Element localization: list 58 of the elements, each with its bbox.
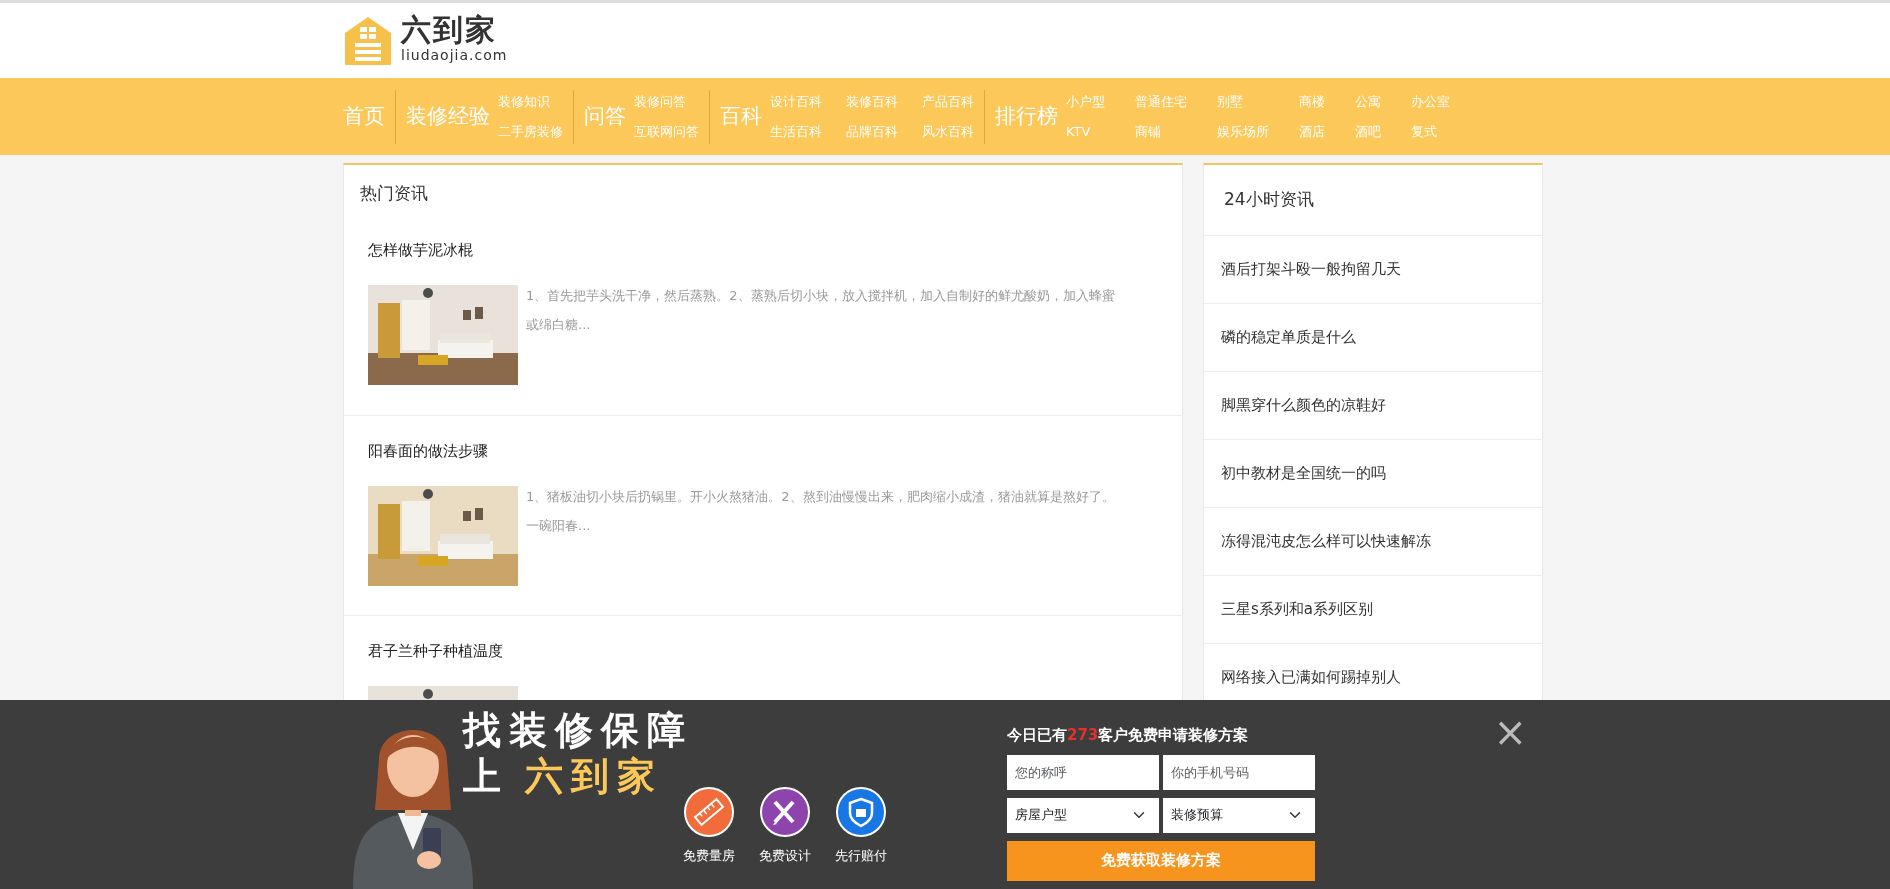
nav-sub-link[interactable]: 商铺 bbox=[1135, 121, 1187, 141]
nav-sub-link[interactable]: 生活百科 bbox=[770, 121, 822, 141]
nav-sub-link[interactable]: 装修知识 bbox=[498, 92, 563, 112]
nav-sub-link[interactable]: 装修百科 bbox=[846, 92, 898, 112]
nav-sub-link[interactable]: 公寓 bbox=[1355, 92, 1381, 112]
house-type-select[interactable]: 房屋户型 bbox=[1007, 797, 1159, 833]
news-link[interactable]: 磷的稳定单质是什么 bbox=[1221, 326, 1356, 349]
nav-link[interactable]: 排行榜 bbox=[995, 100, 1058, 133]
nav-sub-link[interactable]: 办公室 bbox=[1411, 92, 1450, 112]
feature-label: 先行赔付 bbox=[835, 846, 887, 865]
article-title[interactable]: 君子兰种子种植温度 bbox=[368, 639, 1158, 662]
promo-headline: 上 bbox=[463, 753, 509, 800]
article-summary: 1、首先把芋头洗干净，然后蒸熟。2、蒸熟后切小块，放入搅拌机，加入自制好的鲜尤酸奶，加入蜂蜜或绵白糖... bbox=[526, 287, 1116, 334]
nav-sub-link[interactable]: 商楼 bbox=[1299, 92, 1325, 112]
article-title[interactable]: 怎样做芋泥冰棍 bbox=[368, 238, 1158, 261]
nav-sub-link[interactable]: 别墅 bbox=[1217, 92, 1269, 112]
news-link[interactable]: 酒后打架斗殴一般拘留几天 bbox=[1221, 258, 1401, 281]
news-link[interactable]: 冻得混沌皮怎么样可以快速解冻 bbox=[1221, 530, 1431, 553]
nav-sub-link[interactable]: 产品百科 bbox=[922, 92, 974, 112]
news-link[interactable]: 网络接入已满如何踢掉别人 bbox=[1221, 666, 1401, 689]
logo-domain: liudaojia.com bbox=[401, 46, 508, 65]
nav-sub-link[interactable]: 装修问答 bbox=[634, 92, 699, 112]
house-logo-icon bbox=[343, 14, 393, 67]
feature-label: 免费设计 bbox=[759, 846, 811, 865]
section-title: 热门资讯 bbox=[360, 182, 429, 205]
news-link[interactable]: 三星s系列和a系列区别 bbox=[1221, 598, 1373, 621]
promo-headline: 找装修保障 bbox=[463, 708, 693, 754]
nav-sub-link[interactable]: 普通住宅 bbox=[1135, 92, 1187, 112]
logo-text[interactable]: 六到家 bbox=[401, 15, 508, 45]
section-title: 24小时资讯 bbox=[1224, 188, 1314, 212]
nav-link[interactable]: 首页 bbox=[343, 100, 385, 133]
name-field[interactable]: 您的称呼 bbox=[1007, 754, 1159, 790]
budget-select[interactable]: 装修预算 bbox=[1163, 797, 1315, 833]
shield-icon bbox=[835, 785, 887, 838]
news-link[interactable]: 脚黑穿什么颜色的凉鞋好 bbox=[1221, 394, 1386, 417]
nav-sub-link[interactable]: 酒吧 bbox=[1355, 121, 1381, 141]
phone-field[interactable]: 你的手机号码 bbox=[1163, 754, 1315, 790]
nav-sub-link[interactable]: 小户型 bbox=[1066, 92, 1105, 112]
news-link[interactable]: 初中教材是全国统一的吗 bbox=[1221, 462, 1386, 485]
nav-sub-link[interactable]: 二手房装修 bbox=[498, 121, 563, 141]
nav-link[interactable]: 问答 bbox=[584, 100, 626, 133]
nav-sub-link[interactable]: 风水百科 bbox=[922, 121, 974, 141]
ruler-icon bbox=[683, 785, 735, 838]
close-button[interactable]: × bbox=[1493, 712, 1527, 752]
promo-brand: 六到家 bbox=[525, 753, 663, 800]
nav-sub-link[interactable]: 品牌百科 bbox=[846, 121, 898, 141]
form-title: 今日已有273客户免费申请装修方案 bbox=[1007, 725, 1250, 746]
nav-link[interactable]: 百科 bbox=[720, 100, 762, 133]
article-title[interactable]: 阳春面的做法步骤 bbox=[368, 439, 1158, 462]
nav-sub-link[interactable]: KTV bbox=[1066, 121, 1105, 141]
nav-sub-link[interactable]: 互联网问答 bbox=[634, 121, 699, 141]
submit-button[interactable]: 免费获取装修方案 bbox=[1007, 840, 1315, 881]
nav-sub-link[interactable]: 酒店 bbox=[1299, 121, 1325, 141]
feature-label: 免费量房 bbox=[683, 846, 735, 865]
nav-sub-link[interactable]: 娱乐场所 bbox=[1217, 121, 1269, 141]
nav-link[interactable]: 装修经验 bbox=[406, 100, 490, 133]
nav-sub-link[interactable]: 复式 bbox=[1411, 121, 1450, 141]
nav-sub-link[interactable]: 设计百科 bbox=[770, 92, 822, 112]
